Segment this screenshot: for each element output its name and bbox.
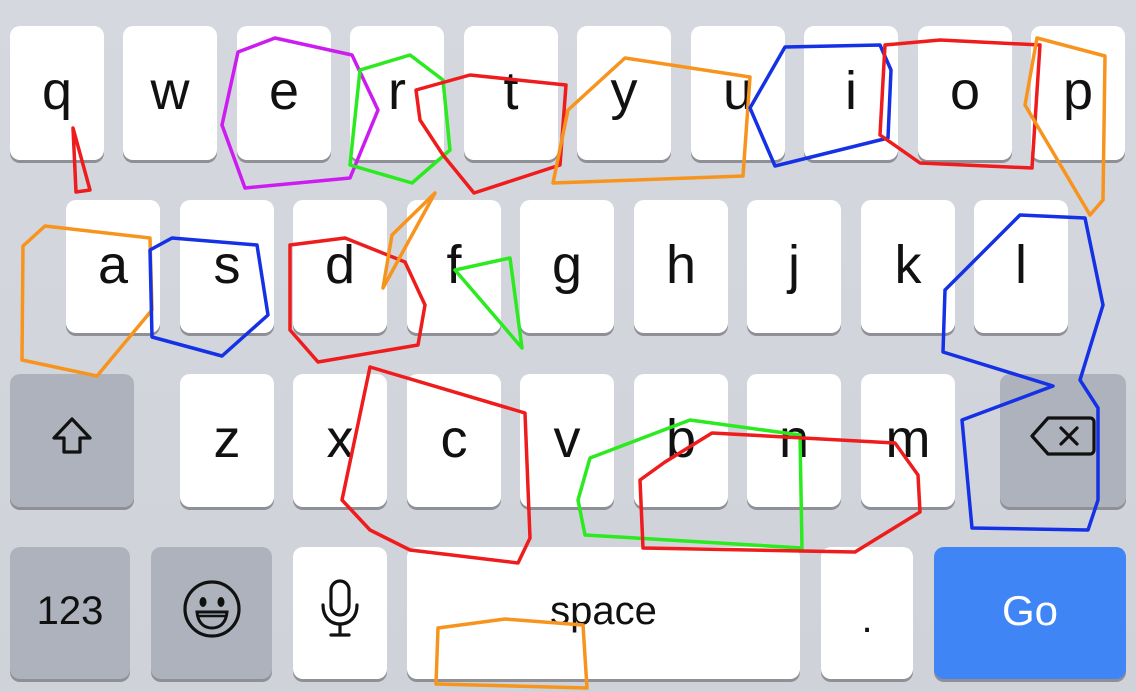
- key-k[interactable]: k: [861, 200, 955, 333]
- space-bar-label: space: [550, 589, 657, 633]
- key-label: x: [326, 408, 354, 469]
- key-d[interactable]: d: [293, 200, 387, 333]
- key-label: g: [551, 234, 583, 295]
- key-label: f: [446, 234, 462, 295]
- key-l[interactable]: l: [974, 200, 1068, 333]
- period-key[interactable]: .: [821, 547, 913, 679]
- key-s[interactable]: s: [180, 200, 274, 333]
- microphone-icon: [318, 577, 362, 650]
- key-label: r: [388, 61, 406, 121]
- key-label: l: [1015, 234, 1027, 295]
- key-g[interactable]: g: [520, 200, 614, 333]
- smiley-face-icon: [180, 577, 244, 650]
- key-label: v: [553, 408, 581, 469]
- key-n[interactable]: n: [747, 374, 841, 507]
- space-bar[interactable]: space: [407, 547, 800, 679]
- key-label: e: [268, 61, 300, 121]
- key-label: h: [665, 234, 697, 295]
- key-label: s: [213, 234, 241, 295]
- emoji-key[interactable]: [151, 547, 272, 679]
- key-label: i: [845, 61, 857, 121]
- key-o[interactable]: o: [918, 26, 1012, 160]
- key-label: k: [894, 234, 922, 295]
- key-w[interactable]: w: [123, 26, 217, 160]
- key-b[interactable]: b: [634, 374, 728, 507]
- key-label: y: [610, 61, 638, 121]
- key-i[interactable]: i: [804, 26, 898, 160]
- key-u[interactable]: u: [691, 26, 785, 160]
- key-label: o: [949, 61, 981, 121]
- key-label: m: [885, 408, 931, 469]
- period-key-label: .: [861, 597, 873, 641]
- key-label: u: [722, 61, 754, 121]
- keyboard: q w e r t y u i o p a s d f g h j k l z …: [0, 0, 1136, 692]
- go-button-label: Go: [1001, 587, 1059, 634]
- key-z[interactable]: z: [180, 374, 274, 507]
- key-j[interactable]: j: [747, 200, 841, 333]
- key-label: p: [1062, 61, 1094, 121]
- backspace-icon: [1028, 412, 1098, 469]
- key-v[interactable]: v: [520, 374, 614, 507]
- key-h[interactable]: h: [634, 200, 728, 333]
- key-label: c: [440, 408, 468, 469]
- go-button[interactable]: Go: [934, 547, 1126, 679]
- key-label: d: [324, 234, 356, 295]
- key-label: q: [41, 61, 73, 121]
- key-a[interactable]: a: [66, 200, 160, 333]
- key-y[interactable]: y: [577, 26, 671, 160]
- key-label: t: [503, 61, 519, 121]
- key-label: z: [213, 408, 241, 469]
- backspace-key[interactable]: [1000, 374, 1126, 507]
- shift-arrow-icon: [48, 412, 96, 469]
- key-p[interactable]: p: [1031, 26, 1125, 160]
- key-x[interactable]: x: [293, 374, 387, 507]
- numbers-key-label: 123: [36, 589, 104, 633]
- key-label: w: [150, 61, 190, 121]
- key-e[interactable]: e: [237, 26, 331, 160]
- key-m[interactable]: m: [861, 374, 955, 507]
- numbers-key[interactable]: 123: [10, 547, 130, 679]
- microphone-key[interactable]: [293, 547, 387, 679]
- key-label: a: [97, 234, 129, 295]
- key-q[interactable]: q: [10, 26, 104, 160]
- key-label: b: [665, 408, 697, 469]
- shift-key[interactable]: [10, 374, 134, 507]
- key-label: j: [788, 234, 800, 295]
- key-c[interactable]: c: [407, 374, 501, 507]
- key-r[interactable]: r: [350, 26, 444, 160]
- key-f[interactable]: f: [407, 200, 501, 333]
- key-t[interactable]: t: [464, 26, 558, 160]
- key-label: n: [778, 408, 810, 469]
